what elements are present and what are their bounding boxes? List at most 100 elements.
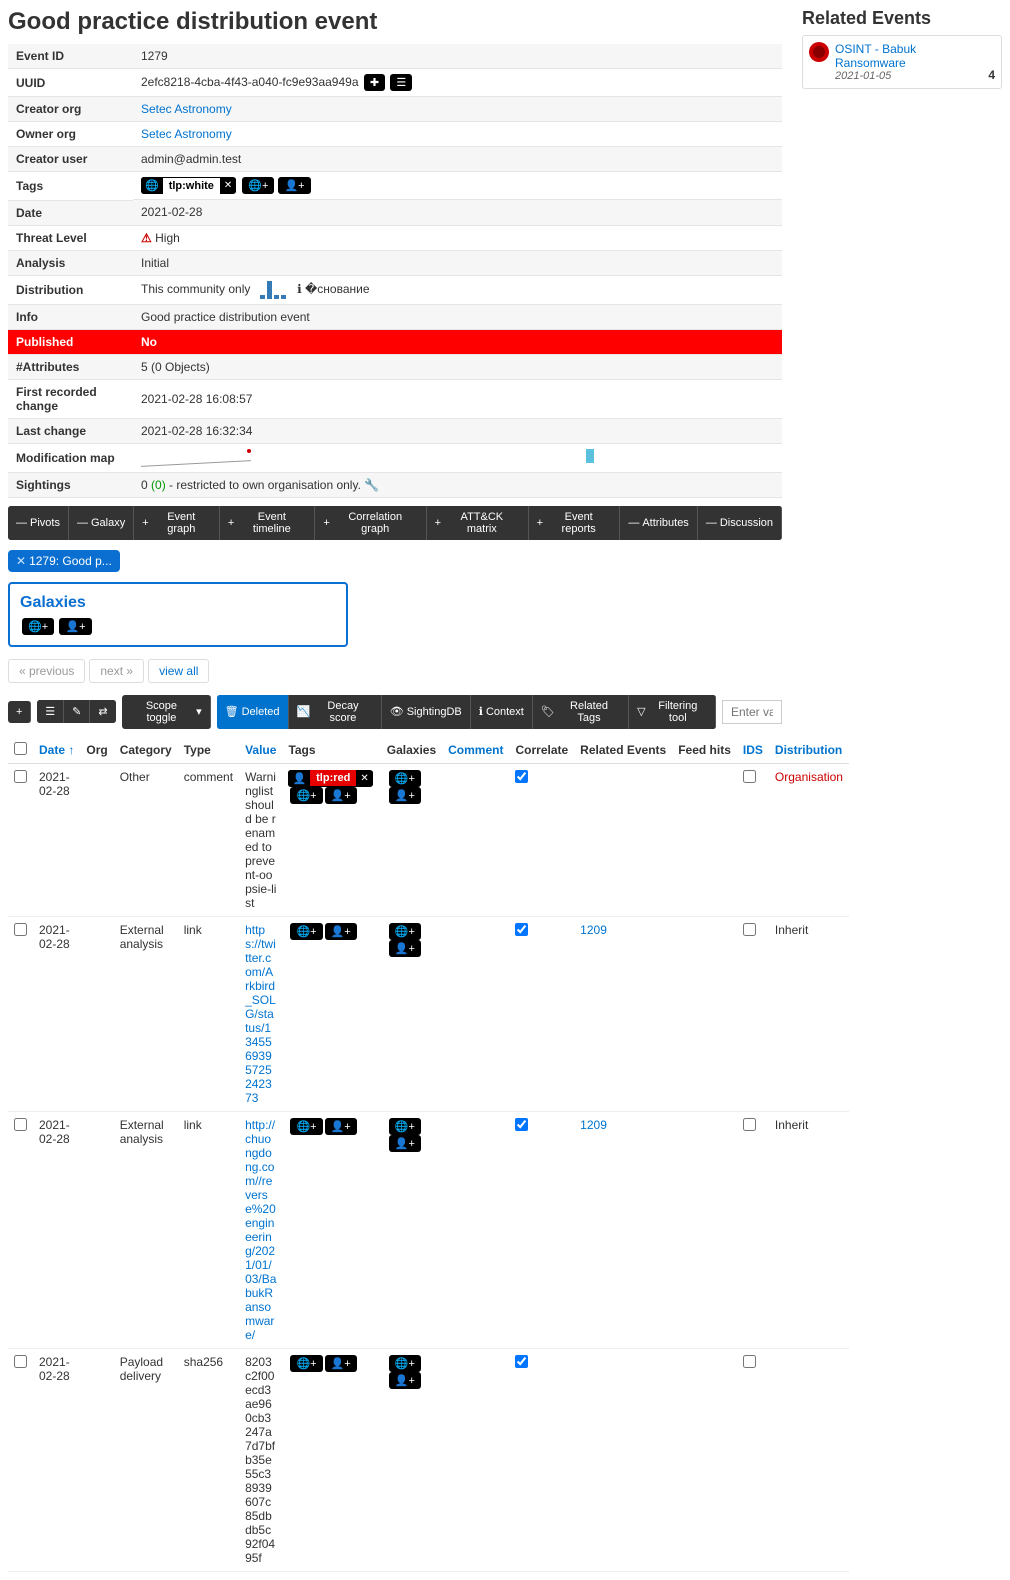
mass-edit-button[interactable]: ✎ <box>64 700 90 723</box>
event-graph-toggle[interactable]: + Event graph <box>134 506 220 540</box>
value: 1279 <box>133 44 782 69</box>
add-global-tag-button[interactable]: 🌐+ <box>290 923 322 940</box>
related-event-name[interactable]: OSINT - Babuk Ransomware <box>835 42 982 70</box>
value: 2021-02-28 16:08:57 <box>133 379 782 418</box>
distribution-text: This community only <box>141 282 250 296</box>
related-event-link[interactable]: 1209 <box>580 923 607 937</box>
col-comment[interactable]: Comment <box>448 743 503 757</box>
add-local-galaxy-button[interactable]: 👤+ <box>389 1372 421 1389</box>
toggle-icon[interactable]: ✚ <box>364 74 385 91</box>
creator-org-link[interactable]: Setec Astronomy <box>141 102 232 116</box>
related-event-link[interactable]: 1209 <box>580 1118 607 1132</box>
label: Tags <box>8 172 133 201</box>
correlate-checkbox[interactable] <box>515 1355 528 1368</box>
filtering-tool-button[interactable]: ▽ Filtering tool <box>629 695 716 729</box>
event-timeline-toggle[interactable]: + Event timeline <box>220 506 315 540</box>
add-local-tag-button[interactable]: 👤+ <box>325 923 357 940</box>
label: Analysis <box>8 250 133 275</box>
add-global-tag-button[interactable]: 🌐+ <box>290 1355 322 1372</box>
add-local-tag-button[interactable]: 👤+ <box>325 1355 357 1372</box>
add-global-tag-button[interactable]: 🌐+ <box>290 787 322 804</box>
ids-checkbox[interactable] <box>743 1118 756 1131</box>
add-local-galaxy-button[interactable]: 👤+ <box>389 1135 421 1152</box>
context-button[interactable]: ℹ Context <box>471 695 533 729</box>
discussion-toggle[interactable]: — Discussion <box>698 506 782 540</box>
correlate-checkbox[interactable] <box>515 1118 528 1131</box>
shuffle-button[interactable]: ⇄ <box>90 700 115 723</box>
close-icon[interactable]: ✕ <box>16 554 26 568</box>
add-global-galaxy-button[interactable]: 🌐+ <box>22 618 54 635</box>
row-checkbox[interactable] <box>14 923 27 936</box>
cell-date: 2021-02-28 <box>33 763 80 916</box>
event-reports-toggle[interactable]: + Event reports <box>529 506 621 540</box>
add-local-tag-button[interactable]: 👤+ <box>325 787 357 804</box>
attribute-actions: + ☰ ✎ ⇄ Scope toggle 🗑 Deleted 📉 Decay s… <box>8 695 782 729</box>
label: Creator user <box>8 147 133 172</box>
add-global-galaxy-button[interactable]: 🌐+ <box>389 1355 421 1372</box>
ids-checkbox[interactable] <box>743 923 756 936</box>
label: UUID <box>8 69 133 97</box>
list-icon[interactable]: ☰ <box>390 74 412 91</box>
sort-asc-icon: ↑ <box>68 743 74 757</box>
event-meta-table: Event ID1279 UUID 2efc8218-4cba-4f43-a04… <box>8 44 782 498</box>
attributes-toggle[interactable]: — Attributes <box>620 506 697 540</box>
table-row: 2021-02-28 External analysis link https:… <box>8 916 849 1111</box>
filter-input[interactable] <box>722 700 782 724</box>
pivots-toggle[interactable]: — Pivots <box>8 506 69 540</box>
pivot-chip[interactable]: ✕1279: Good p... <box>8 550 120 572</box>
info-icon[interactable]: ℹ <box>297 282 302 296</box>
ids-checkbox[interactable] <box>743 1355 756 1368</box>
cell-category: Other <box>114 763 178 916</box>
col-date[interactable]: Date ↑ <box>39 743 74 757</box>
row-checkbox[interactable] <box>14 770 27 783</box>
add-local-galaxy-button[interactable]: 👤+ <box>389 940 421 957</box>
cell-date: 2021-02-28 <box>33 1348 80 1571</box>
decay-score-button[interactable]: 📉 Decay score <box>289 695 382 729</box>
uuid-text: 2efc8218-4cba-4f43-a040-fc9e93aa949a <box>141 75 359 89</box>
remove-tag-icon[interactable]: ✕ <box>356 771 372 786</box>
tag-tlp-white[interactable]: 🌐tlp:white✕ <box>141 177 236 194</box>
owner-org-link[interactable]: Setec Astronomy <box>141 127 232 141</box>
col-value[interactable]: Value <box>245 743 276 757</box>
add-attribute-button[interactable]: + <box>8 701 31 723</box>
add-global-tag-button[interactable]: 🌐+ <box>242 177 274 194</box>
cell-type: link <box>178 916 239 1111</box>
bug-icon <box>809 42 829 62</box>
wrench-icon[interactable]: 🔧 <box>364 478 379 492</box>
scope-toggle-button[interactable]: Scope toggle <box>122 695 211 729</box>
related-tags-button[interactable]: 🏷 Related Tags <box>533 695 629 729</box>
list-view-button[interactable]: ☰ <box>37 700 64 723</box>
add-global-galaxy-button[interactable]: 🌐+ <box>389 770 421 787</box>
add-local-galaxy-button[interactable]: 👤+ <box>59 618 91 635</box>
add-global-galaxy-button[interactable]: 🌐+ <box>389 923 421 940</box>
value: 2021-02-28 16:32:34 <box>133 418 782 443</box>
sightingdb-button[interactable]: 👁 SightingDB <box>382 695 471 729</box>
add-local-tag-button[interactable]: 👤+ <box>325 1118 357 1135</box>
correlate-checkbox[interactable] <box>515 770 528 783</box>
value-link[interactable]: https://twitter.com/Arkbird_SOLG/status/… <box>245 923 276 1105</box>
col-ids[interactable]: IDS <box>743 743 763 757</box>
pager-view-all[interactable]: view all <box>148 659 209 683</box>
attck-toggle[interactable]: + ATT&CK matrix <box>427 506 529 540</box>
select-all-checkbox[interactable] <box>14 742 27 755</box>
galaxy-toggle[interactable]: — Galaxy <box>69 506 134 540</box>
add-local-galaxy-button[interactable]: 👤+ <box>389 787 421 804</box>
add-global-galaxy-button[interactable]: 🌐+ <box>389 1118 421 1135</box>
add-local-tag-button[interactable]: 👤+ <box>278 177 310 194</box>
value-link[interactable]: http://chuongdong.com//reverse%20enginee… <box>245 1118 276 1342</box>
correlation-graph-toggle[interactable]: + Correlation graph <box>315 506 426 540</box>
deleted-filter-button[interactable]: 🗑 Deleted <box>217 695 289 729</box>
share-icon[interactable]: �снованиe <box>305 282 370 296</box>
add-global-tag-button[interactable]: 🌐+ <box>290 1118 322 1135</box>
table-row: 2021-02-28 External analysis link http:/… <box>8 1111 849 1348</box>
related-event-item[interactable]: OSINT - Babuk Ransomware 2021-01-05 4 <box>802 35 1002 89</box>
label: Distribution <box>8 275 133 304</box>
row-checkbox[interactable] <box>14 1355 27 1368</box>
row-checkbox[interactable] <box>14 1118 27 1131</box>
tag-tlp-red[interactable]: 👤tlp:red✕ <box>288 770 372 787</box>
correlate-checkbox[interactable] <box>515 923 528 936</box>
ids-checkbox[interactable] <box>743 770 756 783</box>
remove-tag-icon[interactable]: ✕ <box>220 178 236 193</box>
pager-prev: « previous <box>8 659 85 683</box>
value: Good practice distribution event <box>133 304 782 329</box>
